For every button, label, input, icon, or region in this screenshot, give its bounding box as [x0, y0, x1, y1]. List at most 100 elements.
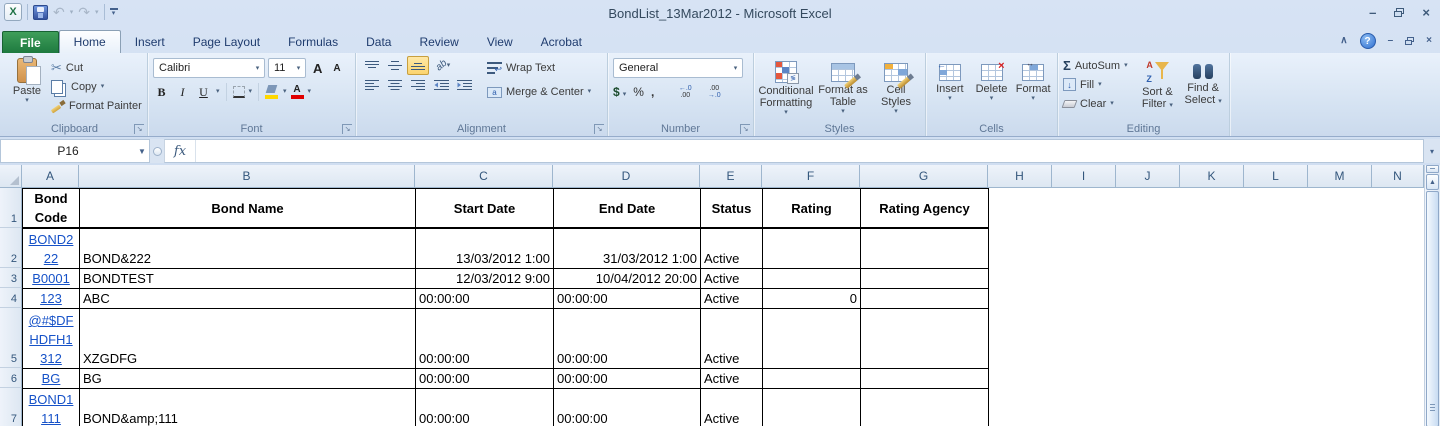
cell-E7[interactable]: Active — [701, 389, 763, 426]
cell-B3[interactable]: BONDTEST — [80, 269, 416, 289]
accounting-format-button[interactable]: $ ▾ — [613, 85, 626, 99]
cell-E3[interactable]: Active — [701, 269, 763, 289]
cell-F4[interactable]: 0 — [763, 289, 861, 309]
cell-C4[interactable]: 00:00:00 — [416, 289, 554, 309]
format-cells-button[interactable]: ↔ Format ▾ — [1012, 56, 1054, 121]
cell-D3[interactable]: 10/04/2012 20:00 — [554, 269, 701, 289]
merge-center-button[interactable]: a Merge & Center ▾ — [485, 80, 593, 104]
cell-E5[interactable]: Active — [701, 309, 763, 369]
column-header-F[interactable]: F — [762, 165, 860, 188]
column-header-L[interactable]: L — [1244, 165, 1308, 188]
cell-C2[interactable]: 13/03/2012 1:00 — [416, 229, 554, 269]
font-color-button[interactable]: A — [291, 85, 304, 99]
format-as-table-button[interactable]: Format as Table ▾ — [815, 56, 871, 121]
cell-D6[interactable]: 00:00:00 — [554, 369, 701, 389]
column-header-C[interactable]: C — [415, 165, 553, 188]
cut-button[interactable]: ✂ Cut — [49, 58, 144, 77]
cell-A1[interactable]: Bond Code — [23, 189, 80, 229]
cell-D7[interactable]: 00:00:00 — [554, 389, 701, 426]
tab-insert[interactable]: Insert — [121, 31, 179, 53]
cell-C3[interactable]: 12/03/2012 9:00 — [416, 269, 554, 289]
cell-styles-button[interactable]: Cell Styles ▾ — [871, 56, 921, 121]
tab-formulas[interactable]: Formulas — [274, 31, 352, 53]
cell-A5[interactable]: @#$DF HDFH1 312 — [23, 309, 80, 369]
insert-function-icon[interactable]: fx — [165, 140, 196, 162]
cell-D4[interactable]: 00:00:00 — [554, 289, 701, 309]
cell-G5[interactable] — [861, 309, 989, 369]
cell-F6[interactable] — [763, 369, 861, 389]
decrease-decimal-button[interactable]: .00→.0 — [703, 85, 725, 99]
column-header-D[interactable]: D — [553, 165, 700, 188]
tab-data[interactable]: Data — [352, 31, 405, 53]
increase-decimal-button[interactable]: ←.0.00 — [674, 85, 696, 99]
cell-A7[interactable]: BOND1 111 — [23, 389, 80, 426]
row-header-6[interactable]: 6 — [0, 368, 22, 388]
formula-input[interactable] — [196, 140, 1423, 162]
split-handle[interactable] — [1426, 165, 1439, 173]
cell-F7[interactable] — [763, 389, 861, 426]
font-family-combo[interactable]: Calibri ▾ — [153, 58, 265, 78]
bold-button[interactable]: B — [153, 83, 170, 102]
column-header-B[interactable]: B — [79, 165, 415, 188]
row-header-1[interactable]: 1 — [0, 188, 22, 228]
align-top-button[interactable] — [361, 56, 383, 75]
cell-G3[interactable] — [861, 269, 989, 289]
format-painter-button[interactable]: Format Painter — [49, 96, 144, 115]
cell-A6[interactable]: BG — [23, 369, 80, 389]
comma-style-button[interactable]: , — [651, 85, 654, 99]
fill-color-dropdown-icon[interactable]: ▾ — [283, 88, 287, 96]
vertical-scrollbar[interactable]: ▲ — [1424, 165, 1440, 426]
expand-formula-bar-icon[interactable]: ▾ — [1424, 139, 1440, 163]
sort-filter-button[interactable]: AZ Sort & Filter ▾ — [1135, 56, 1181, 121]
paste-button[interactable]: Paste ▾ — [5, 56, 49, 121]
cell-D5[interactable]: 00:00:00 — [554, 309, 701, 369]
font-dialog-launcher-icon[interactable]: ↘ — [342, 124, 352, 134]
decrease-indent-button[interactable] — [430, 75, 452, 94]
conditional-formatting-button[interactable]: ≶ Conditional Formatting ▾ — [757, 56, 815, 121]
cell-F5[interactable] — [763, 309, 861, 369]
restore-icon[interactable] — [1394, 8, 1404, 17]
cell-C5[interactable]: 00:00:00 — [416, 309, 554, 369]
autosum-button[interactable]: Σ AutoSum ▾ — [1061, 56, 1135, 75]
fill-color-button[interactable] — [265, 85, 279, 99]
percent-style-button[interactable]: % — [633, 85, 644, 99]
workbook-close-icon[interactable]: × — [1426, 35, 1432, 47]
cell-E2[interactable]: Active — [701, 229, 763, 269]
workbook-minimize-icon[interactable]: – — [1388, 35, 1394, 47]
select-all-corner[interactable] — [0, 165, 22, 188]
close-icon[interactable]: × — [1422, 6, 1430, 19]
clear-button[interactable]: Clear ▾ — [1061, 94, 1135, 113]
shrink-font-button[interactable]: A — [333, 63, 340, 74]
cell-B2[interactable]: BOND&222 — [80, 229, 416, 269]
cell-E6[interactable]: Active — [701, 369, 763, 389]
grow-font-button[interactable]: A — [313, 61, 322, 76]
delete-cells-button[interactable]: × Delete ▾ — [971, 56, 1013, 121]
underline-dropdown-icon[interactable]: ▾ — [216, 88, 220, 96]
tab-page-layout[interactable]: Page Layout — [179, 31, 274, 53]
cell-F2[interactable] — [763, 229, 861, 269]
cell-A4[interactable]: 123 — [23, 289, 80, 309]
cell-D2[interactable]: 31/03/2012 1:00 — [554, 229, 701, 269]
align-left-button[interactable] — [361, 75, 383, 94]
workbook-restore-icon[interactable] — [1405, 37, 1414, 45]
cell-F1[interactable]: Rating — [763, 189, 861, 229]
font-size-combo[interactable]: 11 ▾ — [268, 58, 306, 78]
cell-G2[interactable] — [861, 229, 989, 269]
insert-cells-button[interactable]: ← Insert ▾ — [929, 56, 971, 121]
cell-C1[interactable]: Start Date — [416, 189, 554, 229]
name-box[interactable]: P16 ▼ — [0, 139, 150, 163]
increase-indent-button[interactable] — [453, 75, 475, 94]
copy-button[interactable]: Copy ▾ — [49, 77, 144, 96]
orientation-button[interactable]: ab ▾ — [430, 56, 456, 75]
cell-C7[interactable]: 00:00:00 — [416, 389, 554, 426]
wrap-text-button[interactable]: ↩ Wrap Text — [485, 56, 593, 80]
tab-acrobat[interactable]: Acrobat — [527, 31, 596, 53]
column-header-I[interactable]: I — [1052, 165, 1116, 188]
tab-review[interactable]: Review — [405, 31, 472, 53]
alignment-dialog-launcher-icon[interactable]: ↘ — [594, 124, 604, 134]
cell-B4[interactable]: ABC — [80, 289, 416, 309]
fill-button[interactable]: ↓ Fill ▾ — [1061, 75, 1135, 94]
border-button[interactable] — [233, 86, 245, 98]
column-header-M[interactable]: M — [1308, 165, 1372, 188]
cell-E4[interactable]: Active — [701, 289, 763, 309]
